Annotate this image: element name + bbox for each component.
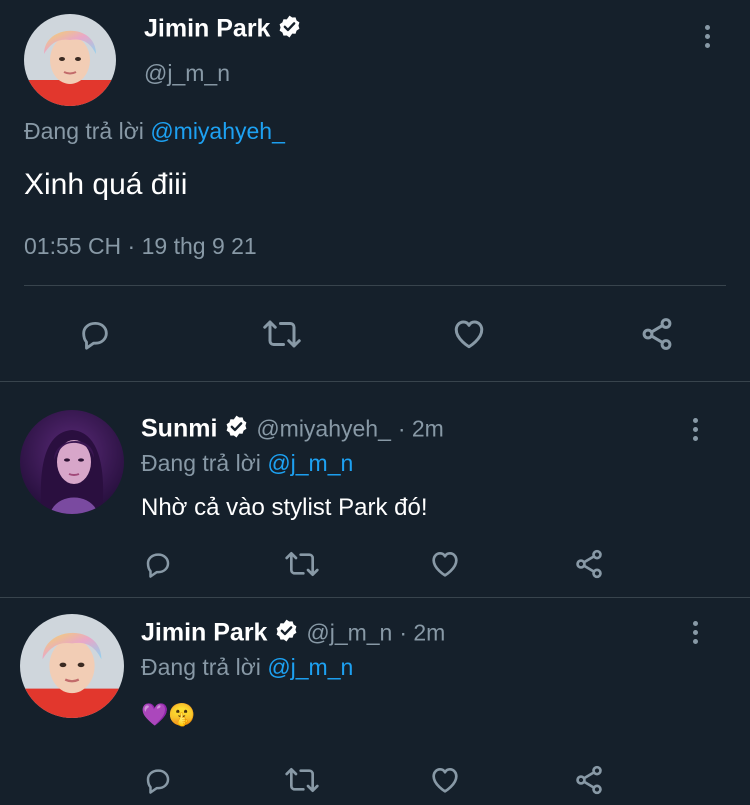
verified-badge-icon: [274, 618, 299, 650]
retweet-icon[interactable]: [258, 314, 306, 354]
like-icon[interactable]: [448, 314, 490, 354]
reply-1-author-handle[interactable]: @miyahyeh_: [256, 416, 391, 442]
replying-to-link[interactable]: @miyahyeh_: [150, 118, 285, 144]
main-author-name-row: Jimin Park: [144, 14, 302, 46]
share-icon[interactable]: [570, 762, 608, 798]
verified-badge-icon: [224, 414, 249, 446]
replying-prefix: Đang trả lời: [141, 450, 261, 476]
reply-2-replying-to: Đang trả lời @j_m_n: [141, 654, 353, 681]
replying-prefix: Đang trả lời: [141, 654, 261, 680]
like-icon[interactable]: [426, 546, 464, 582]
main-tweet-timestamp[interactable]: 01:55 CH · 19 thg 9 21: [24, 233, 257, 260]
avatar-jimin[interactable]: [20, 614, 124, 718]
retweet-icon[interactable]: [281, 762, 323, 798]
replying-prefix: Đang trả lời: [24, 118, 144, 144]
more-options-icon[interactable]: [685, 415, 705, 443]
reply-2-header: Jimin Park @j_m_n · 2m: [141, 618, 445, 650]
reply-icon[interactable]: [74, 314, 116, 354]
main-tweet-text: Xinh quá điii: [24, 168, 188, 201]
reply-2-text: 💜🤫: [141, 702, 196, 727]
reply-icon[interactable]: [139, 546, 177, 582]
reply-1-text: Nhờ cả vào stylist Park đó!: [141, 494, 428, 521]
share-icon[interactable]: [570, 546, 608, 582]
section-divider: [0, 597, 750, 598]
main-replying-to: Đang trả lời @miyahyeh_: [24, 118, 285, 145]
reply-2-author-handle[interactable]: @j_m_n: [306, 620, 392, 646]
reply-1-time[interactable]: · 2m: [398, 416, 444, 442]
divider: [24, 285, 726, 286]
reply-icon[interactable]: [139, 762, 177, 798]
share-icon[interactable]: [636, 314, 678, 354]
reply-2-time[interactable]: · 2m: [399, 620, 445, 646]
main-author-name[interactable]: Jimin Park: [144, 15, 270, 43]
more-options-icon[interactable]: [685, 618, 705, 646]
verified-badge-icon: [277, 14, 302, 46]
avatar-sunmi[interactable]: [20, 410, 124, 514]
main-author-handle[interactable]: @j_m_n: [144, 60, 230, 87]
reply-1-header: Sunmi @miyahyeh_ · 2m: [141, 414, 444, 446]
reply-2-author-name[interactable]: Jimin Park: [141, 619, 267, 647]
section-divider: [0, 381, 750, 382]
more-options-icon[interactable]: [697, 22, 717, 50]
reply-1-replying-to: Đang trả lời @j_m_n: [141, 450, 353, 477]
replying-to-link[interactable]: @j_m_n: [267, 654, 353, 680]
avatar-jimin[interactable]: [24, 14, 116, 106]
retweet-icon[interactable]: [281, 546, 323, 582]
reply-1-author-name[interactable]: Sunmi: [141, 415, 217, 443]
like-icon[interactable]: [426, 762, 464, 798]
replying-to-link[interactable]: @j_m_n: [267, 450, 353, 476]
